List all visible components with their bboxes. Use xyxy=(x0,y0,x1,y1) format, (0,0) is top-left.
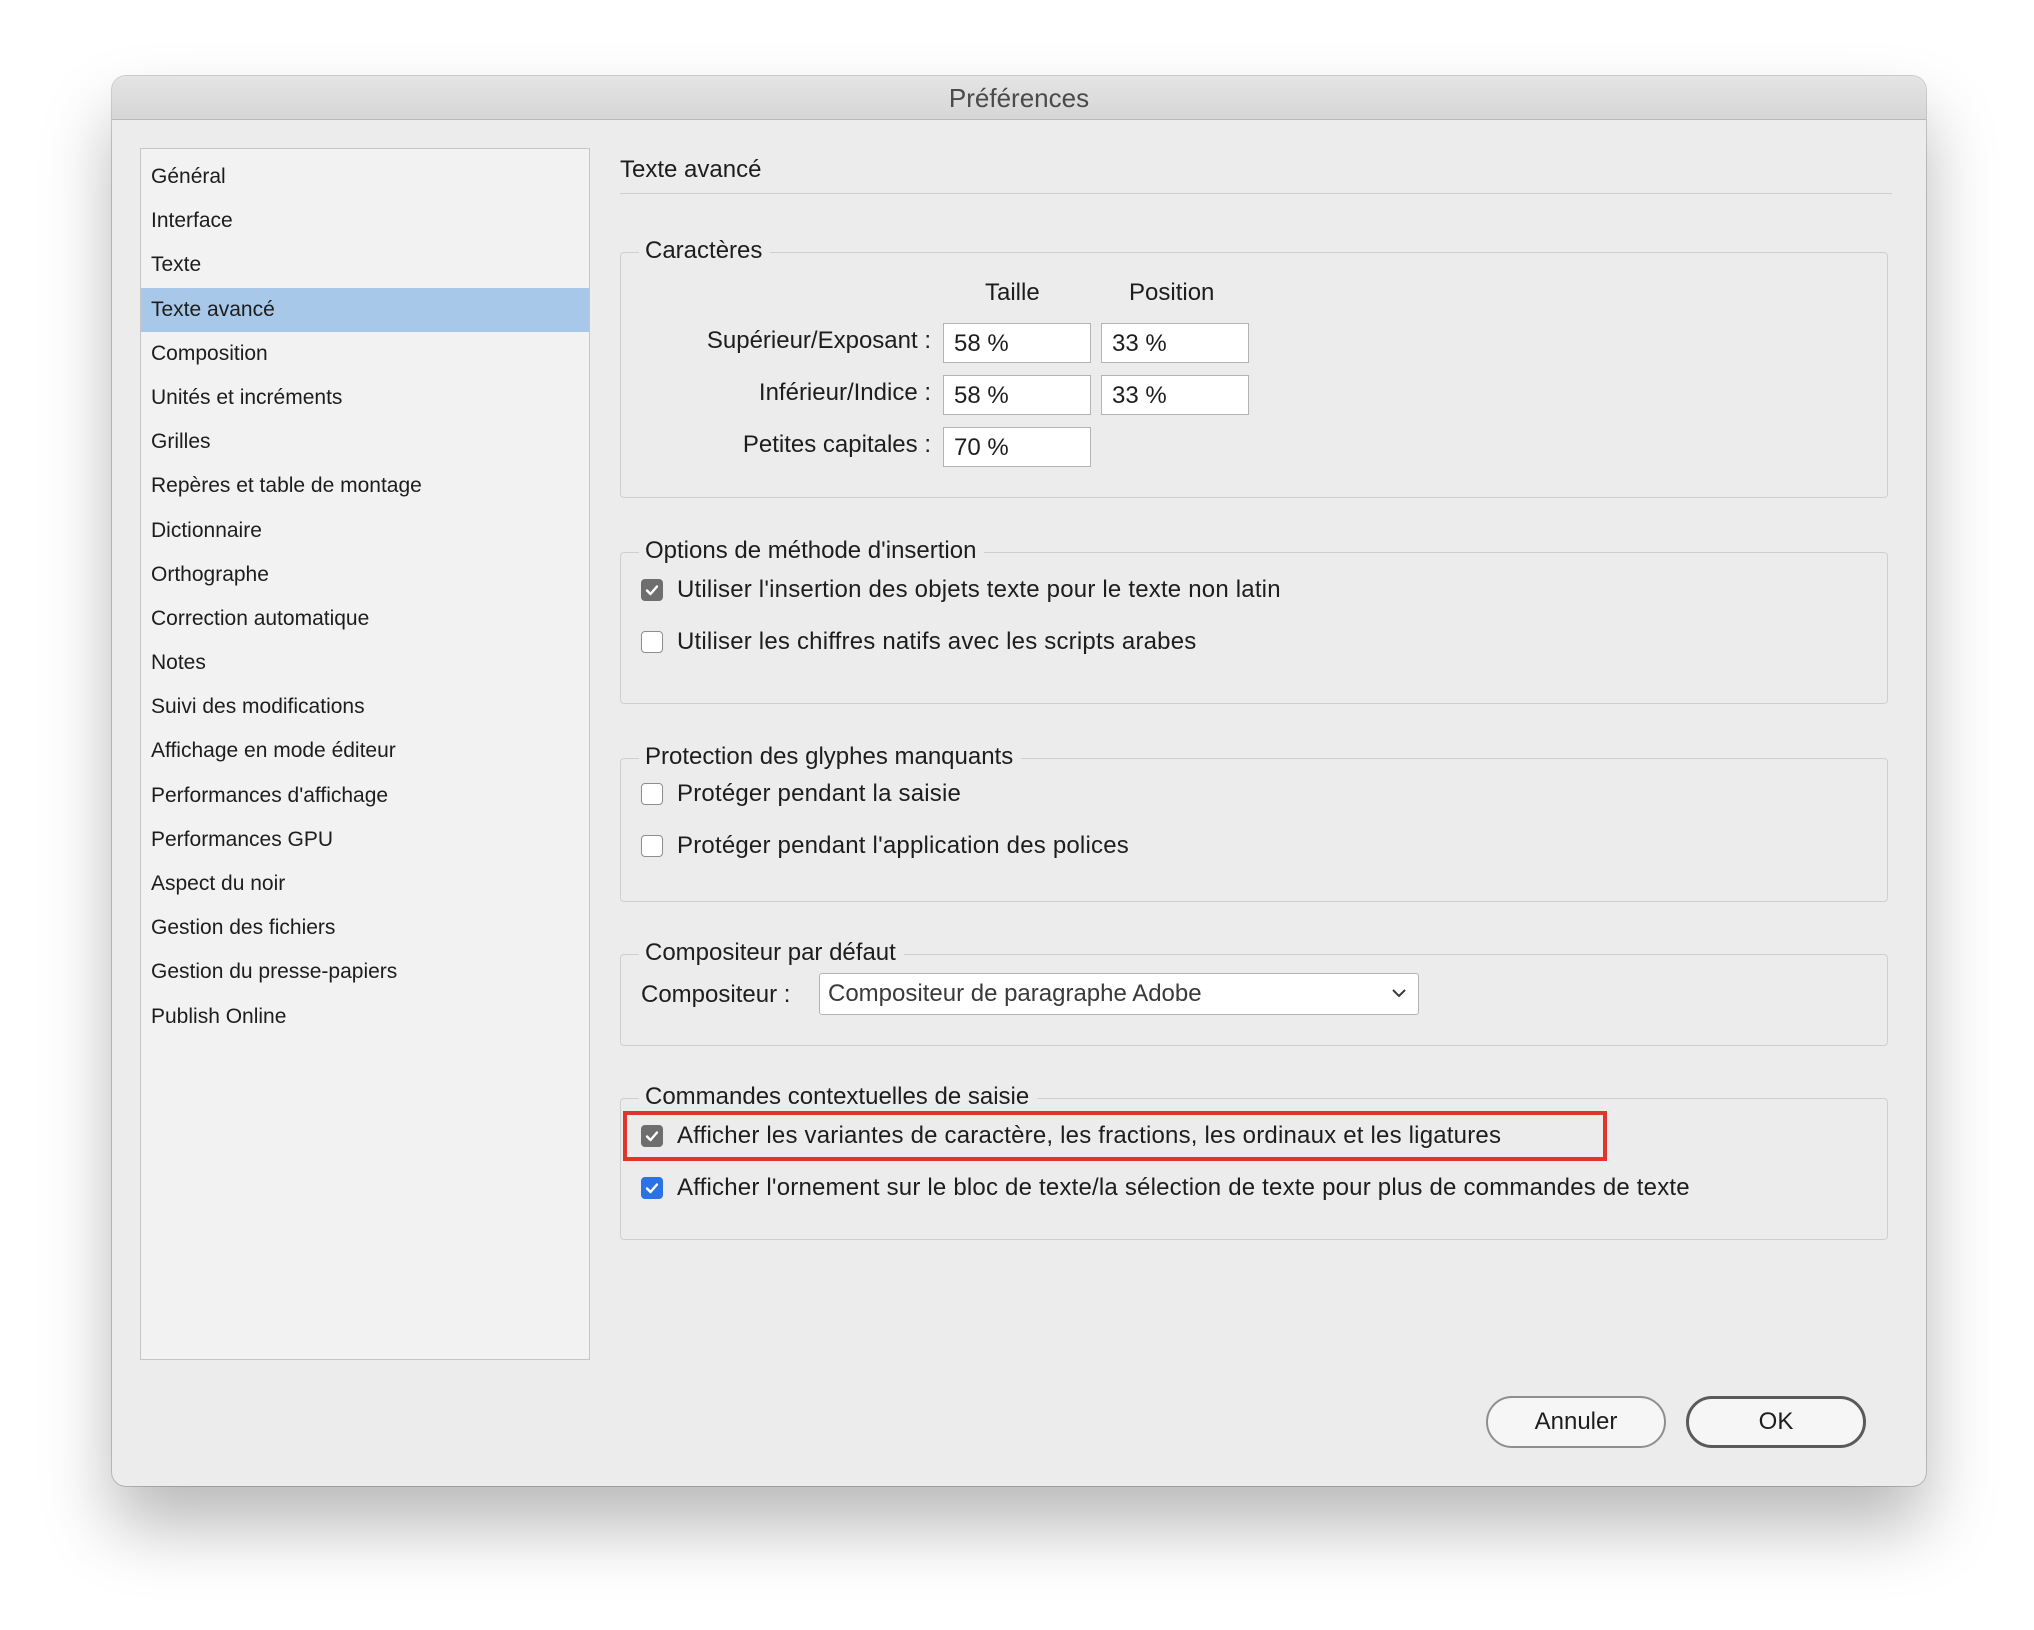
sidebar-item-advanced-text[interactable]: Texte avancé xyxy=(141,287,589,332)
superscript-size-field[interactable]: 58 % xyxy=(943,323,1091,363)
missing-glyph-group: Protection des glyphes manquants Protége… xyxy=(620,739,1888,902)
protect-typing-option[interactable]: Protéger pendant la saisie xyxy=(641,777,961,811)
checkbox-checked-icon[interactable] xyxy=(641,1177,663,1199)
page-title: Texte avancé xyxy=(620,148,1892,194)
text-adornment-label: Afficher l'ornement sur le bloc de texte… xyxy=(677,1174,1690,1201)
sidebar-item-interface[interactable]: Interface xyxy=(141,199,589,243)
default-composer-group: Compositeur par défaut Compositeur : Com… xyxy=(620,935,1888,1046)
characters-legend: Caractères xyxy=(639,233,771,269)
sidebar-item-publish-online[interactable]: Publish Online xyxy=(141,995,589,1039)
characters-group: Caractères Taille Position Supérieur/Exp… xyxy=(620,233,1888,498)
input-method-group: Options de méthode d'insertion Utiliser … xyxy=(620,533,1888,704)
sidebar-item-notes[interactable]: Notes xyxy=(141,641,589,685)
input-method-legend: Options de méthode d'insertion xyxy=(639,533,985,569)
sidebar-item-general[interactable]: Général xyxy=(141,155,589,199)
text-adornment-option[interactable]: Afficher l'ornement sur le bloc de texte… xyxy=(641,1171,1690,1205)
composer-label: Compositeur : xyxy=(641,981,791,1008)
size-column-header: Taille xyxy=(985,279,1040,306)
protect-fonts-option[interactable]: Protéger pendant l'application des polic… xyxy=(641,829,1129,863)
contextual-controls-group: Commandes contextuelles de saisie Affich… xyxy=(620,1079,1888,1240)
inline-input-option[interactable]: Utiliser l'insertion des objets texte po… xyxy=(641,573,1281,607)
sidebar-item-story-editor[interactable]: Affichage en mode éditeur xyxy=(141,729,589,773)
glyph-variants-option[interactable]: Afficher les variantes de caractère, les… xyxy=(641,1119,1501,1153)
sidebar-item-dictionary[interactable]: Dictionnaire xyxy=(141,509,589,553)
composer-select[interactable]: Compositeur de paragraphe Adobe xyxy=(819,973,1419,1015)
superscript-label: Supérieur/Exposant : xyxy=(706,327,931,354)
native-digits-label: Utiliser les chiffres natifs avec les sc… xyxy=(677,628,1197,655)
sidebar-item-track-changes[interactable]: Suivi des modifications xyxy=(141,685,589,729)
contextual-controls-legend: Commandes contextuelles de saisie xyxy=(639,1079,1038,1115)
sidebar-item-composition[interactable]: Composition xyxy=(141,332,589,376)
smallcaps-label: Petites capitales : xyxy=(742,431,931,458)
position-column-header: Position xyxy=(1129,279,1215,306)
subscript-size-field[interactable]: 58 % xyxy=(943,375,1091,415)
protect-fonts-label: Protéger pendant l'application des polic… xyxy=(677,832,1129,859)
checkbox-unchecked-icon[interactable] xyxy=(641,835,663,857)
subscript-label: Inférieur/Indice : xyxy=(758,379,931,406)
ok-button[interactable]: OK xyxy=(1686,1396,1866,1448)
checkbox-checked-icon[interactable] xyxy=(641,579,663,601)
window-title: Préférences xyxy=(112,76,1926,120)
superscript-position-field[interactable]: 33 % xyxy=(1101,323,1249,363)
sidebar-item-spelling[interactable]: Orthographe xyxy=(141,553,589,597)
subscript-position-field[interactable]: 33 % xyxy=(1101,375,1249,415)
sidebar-item-file-handling[interactable]: Gestion des fichiers xyxy=(141,906,589,950)
sidebar-item-grids[interactable]: Grilles xyxy=(141,420,589,464)
missing-glyph-legend: Protection des glyphes manquants xyxy=(639,739,1022,775)
chevron-down-icon xyxy=(1392,989,1406,998)
sidebar-item-gpu-performance[interactable]: Performances GPU xyxy=(141,818,589,862)
sidebar-item-autocorrect[interactable]: Correction automatique xyxy=(141,597,589,641)
settings-panel: Texte avancé Caractères Taille Position … xyxy=(620,148,1892,1240)
native-digits-option[interactable]: Utiliser les chiffres natifs avec les sc… xyxy=(641,625,1196,659)
sidebar-item-appearance-of-black[interactable]: Aspect du noir xyxy=(141,862,589,906)
default-composer-legend: Compositeur par défaut xyxy=(639,935,904,971)
sidebar-item-guides[interactable]: Repères et table de montage xyxy=(141,464,589,508)
checkbox-unchecked-icon[interactable] xyxy=(641,783,663,805)
sidebar-item-clipboard[interactable]: Gestion du presse-papiers xyxy=(141,950,589,994)
sidebar: Général Interface Texte Texte avancé Com… xyxy=(140,148,590,1360)
smallcaps-size-field[interactable]: 70 % xyxy=(943,427,1091,467)
sidebar-item-text[interactable]: Texte xyxy=(141,243,589,287)
checkbox-unchecked-icon[interactable] xyxy=(641,631,663,653)
protect-typing-label: Protéger pendant la saisie xyxy=(677,780,962,807)
checkbox-checked-icon[interactable] xyxy=(641,1125,663,1147)
sidebar-item-display-performance[interactable]: Performances d'affichage xyxy=(141,774,589,818)
sidebar-item-units[interactable]: Unités et incréments xyxy=(141,376,589,420)
glyph-variants-label: Afficher les variantes de caractère, les… xyxy=(677,1122,1502,1149)
cancel-button[interactable]: Annuler xyxy=(1486,1396,1666,1448)
preferences-dialog: Préférences Général Interface Texte Text… xyxy=(112,76,1926,1486)
inline-input-label: Utiliser l'insertion des objets texte po… xyxy=(677,576,1281,603)
composer-selected-value: Compositeur de paragraphe Adobe xyxy=(828,980,1202,1007)
